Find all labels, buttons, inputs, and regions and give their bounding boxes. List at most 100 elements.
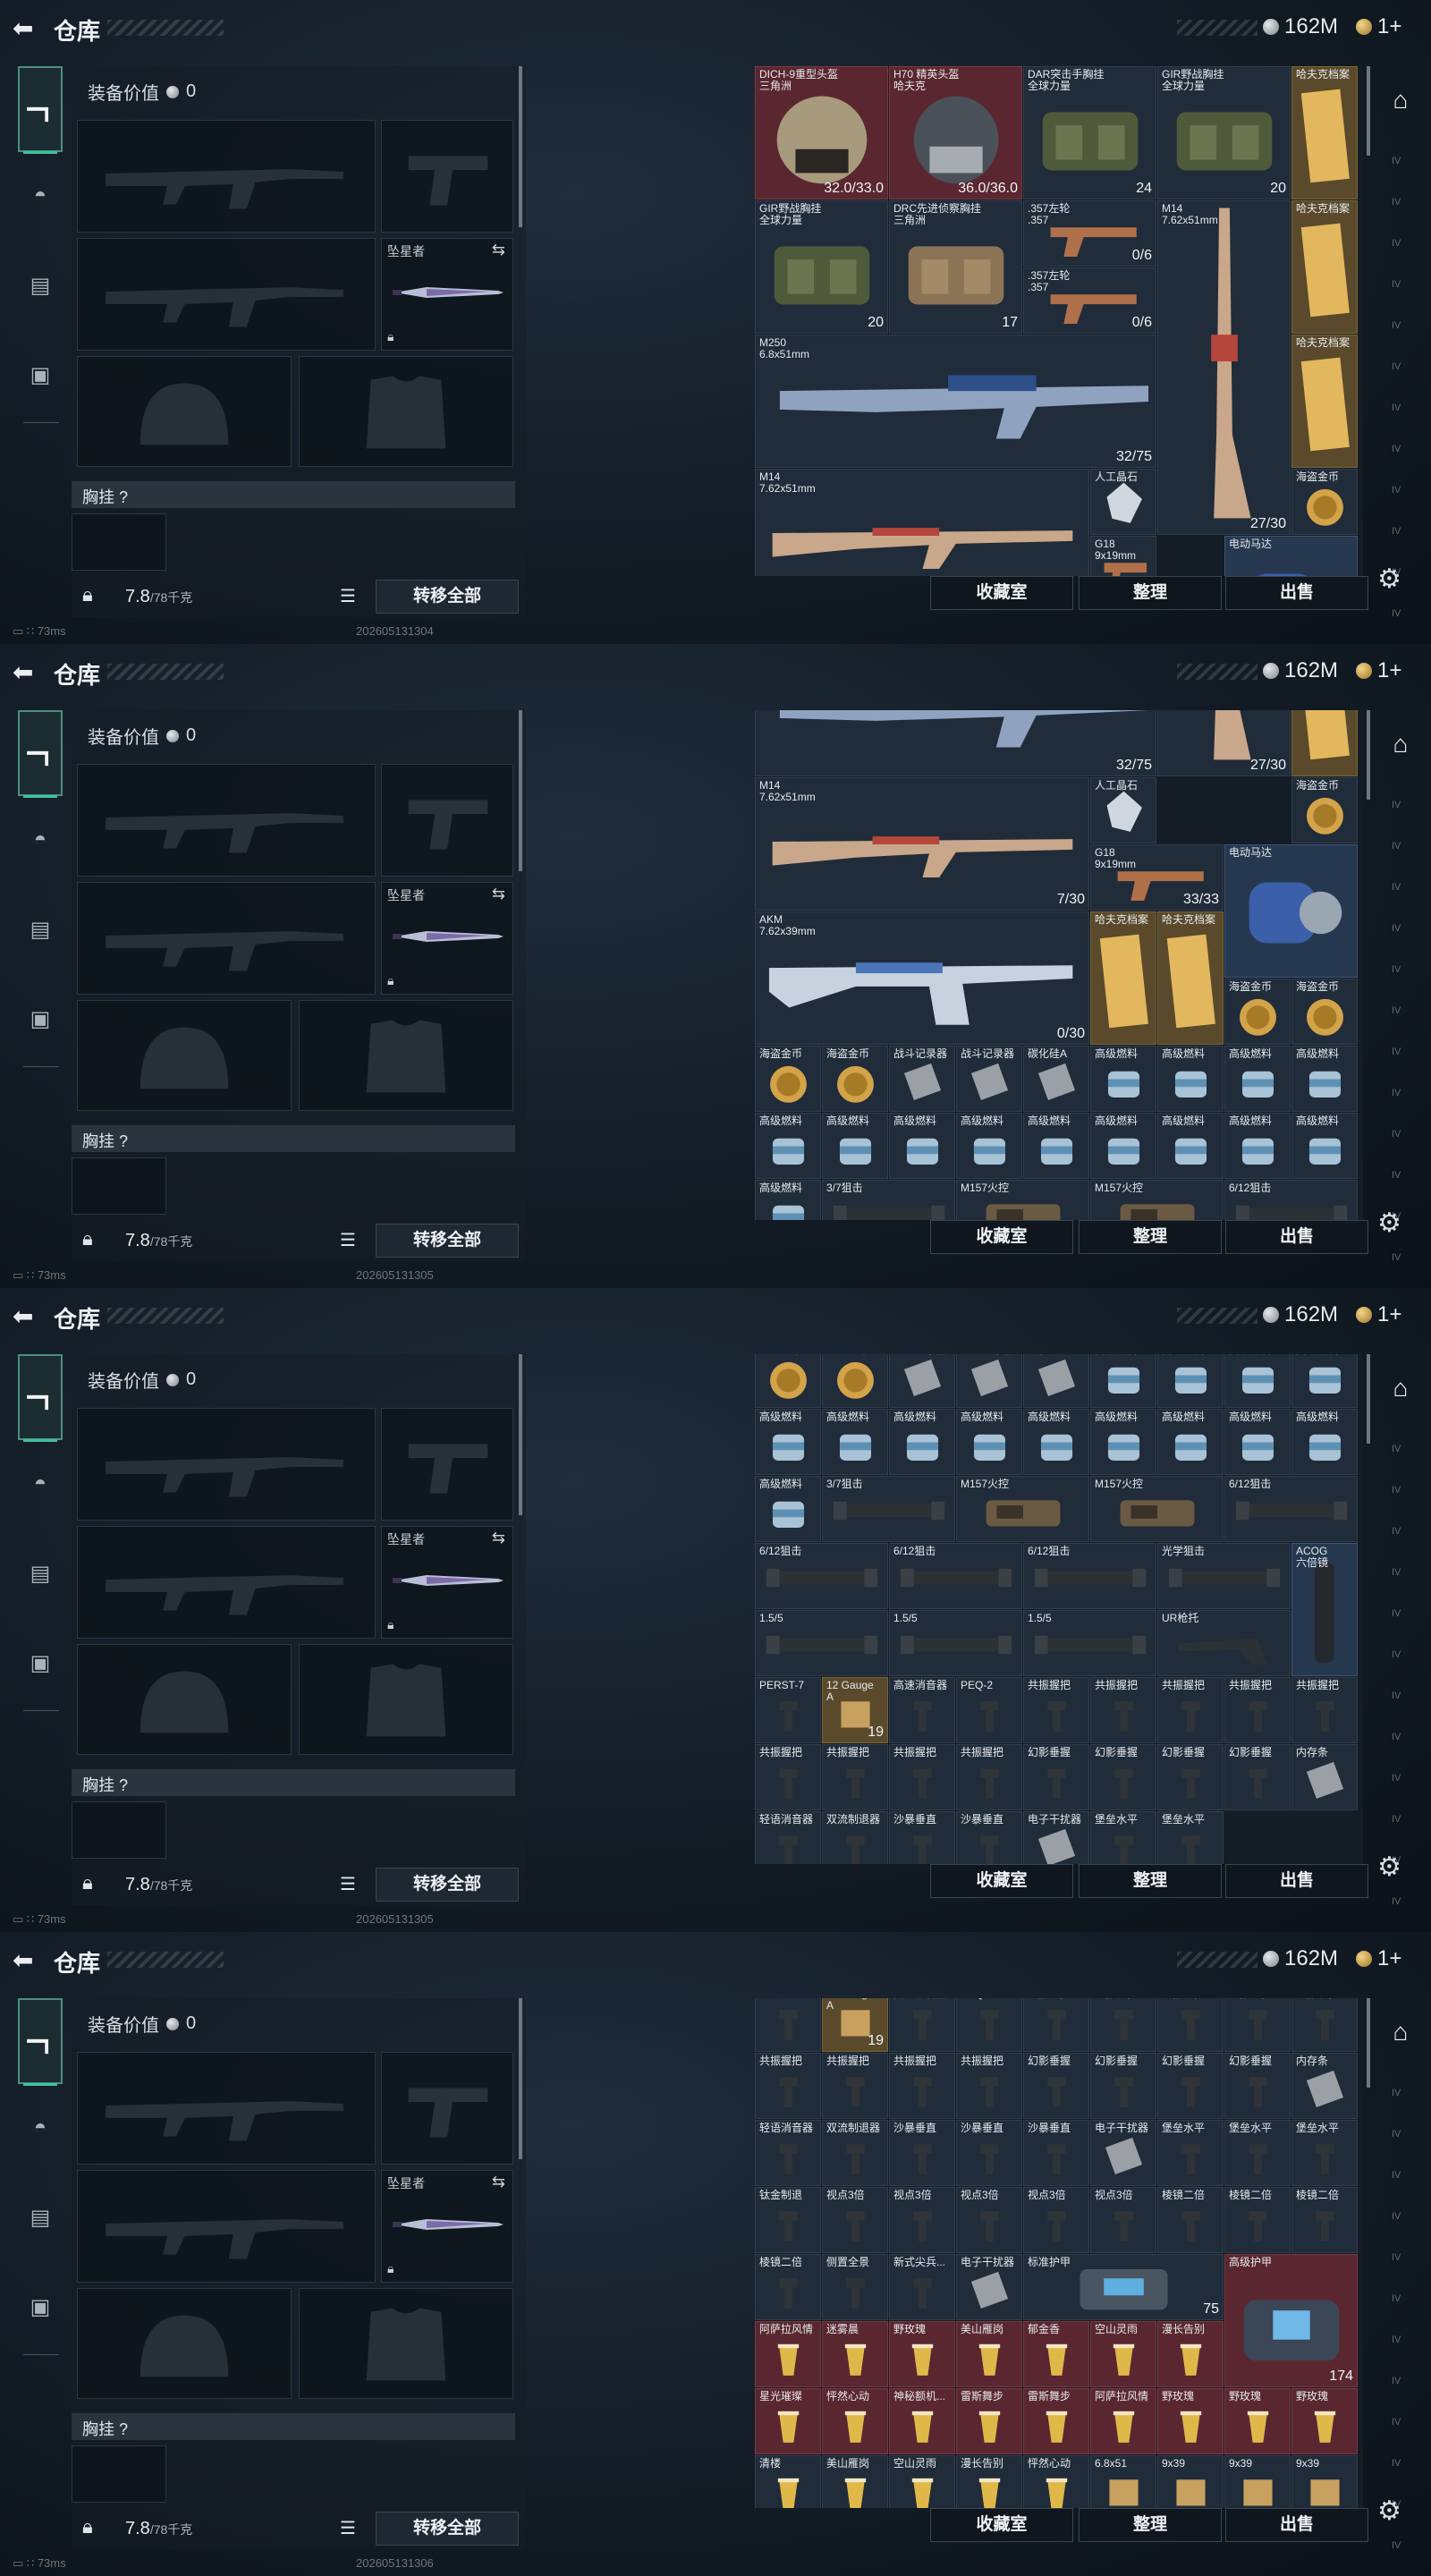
inventory-item[interactable]: GIR野战胸挂 全球力量 20 [755,200,888,334]
inventory-item[interactable]: 高级燃料 [1157,1409,1224,1475]
inventory-item[interactable]: 人工晶石 [1090,469,1156,535]
inventory-item[interactable]: 32/75 [755,710,1156,776]
swap-icon[interactable]: ⇆ [492,2173,505,2191]
inventory-item[interactable]: 共振握把 [1224,1677,1291,1743]
inventory-item[interactable]: 阿萨拉风情 [755,2321,821,2387]
tab-backpack[interactable]: ▣ [18,2284,63,2329]
inventory-item[interactable]: 共振握把 [822,2053,888,2119]
inventory-item[interactable]: 视点3倍 [956,2187,1022,2253]
inventory-item[interactable]: 棱镜二倍 [755,2254,821,2320]
tab-armor[interactable]: ◓ [18,818,63,862]
weight-lock-icon[interactable]: 🔒︎ [82,2515,93,2538]
home-vault-icon[interactable]: ⌂ [1383,1370,1418,1406]
tab-weapons[interactable]: ━┓ [18,1354,63,1442]
sell-button[interactable]: 出售 [1225,1864,1368,1898]
tab-armor[interactable]: ◓ [18,174,63,218]
home-vault-icon[interactable]: ⌂ [1383,82,1418,118]
list-icon[interactable]: ☰ [340,1229,356,1251]
container-slot-icon[interactable]: IV [1392,1896,1422,1921]
inventory-item[interactable]: 幻影垂握 [1023,1744,1089,1810]
inventory-item[interactable]: 标准护甲 75 [1023,2254,1224,2320]
inventory-item[interactable]: PEQ-2 [956,1998,1022,2052]
transfer-all-button[interactable]: 转移全部 [376,1868,519,1902]
container-slot-icon[interactable]: IV [1392,444,1422,469]
inventory-item[interactable]: 雷斯舞步 [1023,2388,1089,2454]
pistol-slot[interactable] [381,120,513,233]
inventory-item[interactable]: 内存条 [1291,2053,1358,2119]
inventory-item[interactable]: 雷斯舞步 [956,2388,1022,2454]
container-slot-icon[interactable]: IV [1392,1088,1422,1113]
inventory-item[interactable]: 3/7狙击 [822,1180,955,1220]
inventory-item[interactable]: 幻影垂握 [1157,1744,1224,1810]
inventory-item[interactable]: G18 9x19mm [1090,536,1156,576]
inventory-item[interactable]: 共振握把 [1291,1998,1358,2052]
inventory-item[interactable]: DICH-9重型头盔 三角洲 32.0/33.0 [755,66,888,199]
container-slot-icon[interactable]: IV [1392,882,1422,907]
inventory-item[interactable] [1291,710,1358,776]
inventory-item[interactable]: 海盗金币 [1224,979,1291,1045]
inventory-item[interactable]: 1.5/5 [755,1610,888,1676]
inventory-item[interactable]: 神秘额机... [889,2388,955,2454]
tab-weapons[interactable]: ━┓ [18,710,63,798]
inventory-item[interactable]: M14 7.62x51mm [755,469,1089,576]
container-slot-icon[interactable]: IV [1392,1046,1422,1072]
sell-button[interactable]: 出售 [1225,2508,1368,2542]
inventory-item[interactable]: 轻语消音器 [755,1811,821,1864]
gear-icon[interactable]: ⚙ [1377,2496,1410,2528]
inventory-item[interactable]: 高级燃料 [1090,1409,1156,1475]
inventory-item[interactable]: 哈夫克档案 [1291,200,1358,334]
inventory-item[interactable]: 沙暴垂直 [889,2120,955,2186]
inventory-item[interactable]: 哈夫克档案 [1157,911,1224,1045]
inventory-item[interactable]: 共振握把 [755,1744,821,1810]
container-slot-icon[interactable]: IV [1392,1773,1422,1798]
sort-button[interactable]: 整理 [1079,1220,1222,1254]
inventory-item[interactable]: 幻影垂握 [1090,1744,1156,1810]
inventory-item[interactable]: 沙暴垂直 [1023,2120,1089,2186]
inventory-item[interactable]: 视点3倍 [822,2187,888,2253]
inventory-item[interactable]: 高级燃料 [1291,1113,1358,1179]
inventory-item[interactable]: 高级燃料 [1157,1354,1224,1408]
inventory-item[interactable]: 共振握把 [1224,1998,1291,2052]
inventory-item[interactable]: 6/12狙击 [889,1543,1022,1609]
chest-rig-header[interactable]: 胸挂 ? [72,1125,515,1152]
inventory-item[interactable]: 共振握把 [1023,1677,1089,1743]
chest-rig-header[interactable]: 胸挂 ? [72,2413,515,2440]
secondary-weapon-slot[interactable] [77,238,376,351]
melee-slot[interactable]: 坠星者 ⇆ 🔒︎ [381,238,513,351]
tab-weapons[interactable]: ━┓ [18,66,63,154]
inventory-item[interactable]: 6.8x51 [1090,2455,1156,2508]
equipment-scrollbar[interactable] [519,710,522,871]
inventory-item[interactable]: ACOG 六倍镜 [1291,1543,1358,1676]
inventory-item[interactable]: 堡垒水平 [1090,1811,1156,1864]
container-slot-icon[interactable]: IV [1392,2293,1422,2318]
inventory-item[interactable]: 海盗金币 [822,1046,888,1112]
inventory-item[interactable]: 海盗金币 [755,1354,821,1408]
collection-button[interactable]: 收藏室 [930,576,1073,610]
inventory-item[interactable]: 12 Gauge A 19 [822,1677,888,1743]
inventory-item[interactable]: 高级护甲 174 [1224,2254,1358,2387]
inventory-item[interactable]: 星光璀璨 [755,2388,821,2454]
inventory-item[interactable]: 碳化硅A [1023,1046,1089,1112]
inventory-item[interactable]: M14 7.62x51mm 7/30 [755,777,1089,911]
inventory-item[interactable]: 高级燃料 [1090,1046,1156,1112]
primary-weapon-slot[interactable] [77,120,376,233]
gold-currency[interactable]: 1+ [1356,14,1401,39]
inventory-item[interactable]: 高级燃料 [1291,1354,1358,1408]
inventory-item[interactable]: 战斗记录器 [956,1354,1022,1408]
inventory-item[interactable]: 高级燃料 [1157,1046,1224,1112]
container-slot-icon[interactable]: IV [1392,841,1422,866]
inventory-item[interactable]: 高级燃料 [822,1409,888,1475]
inventory-item[interactable]: 高级燃料 [1157,1113,1224,1179]
back-arrow-icon[interactable]: ⬅︎ [13,657,39,689]
list-icon[interactable]: ☰ [340,1873,356,1895]
container-slot-icon[interactable]: IV [1392,2252,1422,2277]
inventory-item[interactable]: 9x39 [1224,2455,1291,2508]
inventory-item[interactable]: 美山雁岗 [822,2455,888,2508]
tab-rig[interactable]: ▤ [18,2195,63,2240]
sell-button[interactable]: 出售 [1225,1220,1368,1254]
inventory-item[interactable]: 共振握把 [1023,1998,1089,2052]
inventory-item[interactable]: 高级燃料 [889,1409,955,1475]
inventory-item[interactable]: 共振握把 [1291,1677,1358,1743]
weight-lock-icon[interactable]: 🔒︎ [82,1227,93,1250]
inventory-item[interactable]: 共振握把 [956,2053,1022,2119]
